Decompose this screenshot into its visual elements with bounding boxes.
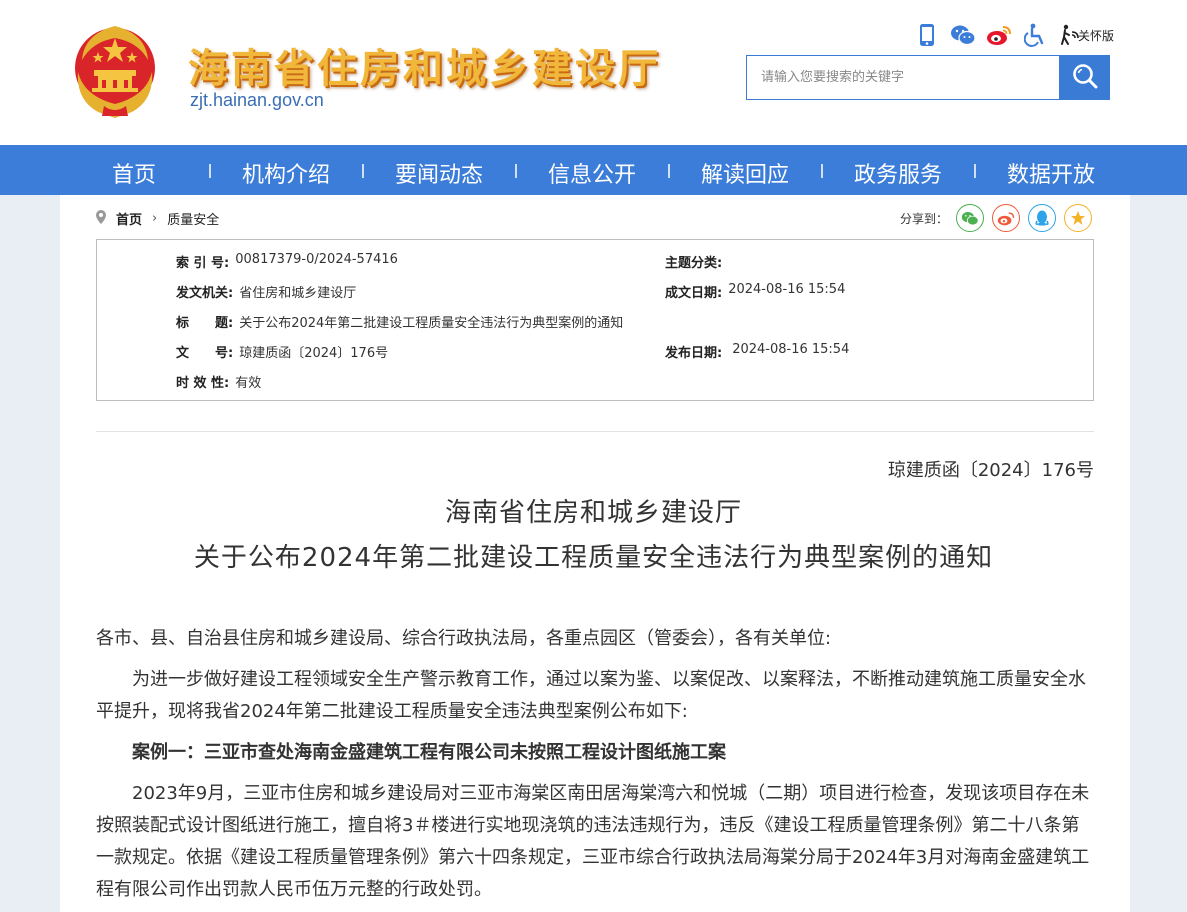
share-qzone-icon[interactable]	[1064, 204, 1093, 232]
care-mode-label[interactable]: 关怀版	[1078, 27, 1114, 44]
location-pin-icon	[96, 209, 106, 228]
nav-separator	[362, 164, 364, 178]
search-icon	[1071, 62, 1099, 94]
site-domain: zjt.hainan.gov.cn	[190, 90, 324, 110]
share-weibo-icon[interactable]	[992, 204, 1021, 232]
mobile-icon[interactable]	[914, 22, 940, 48]
nav-separator	[209, 164, 211, 178]
meta-issuer-label: 发文机关:	[176, 286, 234, 301]
meta-doc-no: 文 号: 琼建质函〔2024〕176号	[176, 342, 388, 361]
search-button[interactable]	[1059, 55, 1110, 100]
wechat-icon[interactable]	[950, 22, 976, 48]
meta-issuer-value: 省住房和城乡建设厅	[239, 286, 357, 301]
share-wechat-icon[interactable]	[956, 204, 985, 232]
document-number: 琼建质函〔2024〕176号	[887, 460, 1094, 481]
case-heading: 案例一：三亚市查处海南金盛建筑工程有限公司未按照工程设计图纸施工案	[132, 742, 726, 763]
breadcrumb: 首页 › 质量安全	[96, 209, 219, 228]
meta-doc-no-label: 文 号:	[176, 346, 234, 361]
meta-publish-date: 发布日期: 2024-08-16 15:54	[665, 342, 849, 361]
search-input[interactable]	[747, 56, 1060, 99]
header-tools: 关怀版	[914, 22, 1114, 48]
nav-item-news[interactable]: 要闻动态	[395, 157, 483, 189]
case-paragraph: 2023年9月，三亚市住房和城乡建设局对三亚市海棠区南田居海棠湾六和悦城（二期）…	[96, 783, 1090, 900]
nav-item-about[interactable]: 机构介绍	[242, 157, 330, 189]
main-nav: 首页 机构介绍 要闻动态 信息公开 解读回应 政务服务 数据开放	[0, 145, 1187, 195]
nav-item-disclosure[interactable]: 信息公开	[548, 157, 636, 189]
breadcrumb-home[interactable]: 首页	[116, 209, 142, 228]
nav-separator	[974, 164, 976, 178]
meta-index: 索 引 号: 00817379-0/2024-57416	[176, 252, 398, 271]
meta-validity: 时 效 性: 有效	[176, 372, 261, 391]
meta-validity-label: 时 效 性:	[176, 376, 230, 391]
document-title-line2: 关于公布2024年第二批建设工程质量安全违法行为典型案例的通知	[193, 543, 994, 573]
meta-doc-no-value: 琼建质函〔2024〕176号	[239, 346, 389, 361]
meta-index-label: 索 引 号:	[176, 256, 230, 271]
nav-item-services[interactable]: 政务服务	[854, 157, 942, 189]
national-emblem-icon	[68, 20, 162, 120]
meta-publish-date-label: 发布日期:	[665, 346, 723, 361]
meta-index-value: 00817379-0/2024-57416	[235, 252, 398, 267]
meta-date-written-value: 2024-08-16 15:54	[728, 282, 846, 297]
weibo-icon[interactable]	[986, 22, 1012, 48]
site-title[interactable]: 海南省住房和城乡建设厅	[188, 36, 661, 94]
nav-separator	[821, 164, 823, 178]
nav-item-open-data[interactable]: 数据开放	[1007, 157, 1095, 189]
nav-item-home[interactable]: 首页	[112, 157, 156, 189]
meta-title: 标 题: 关于公布2024年第二批建设工程质量安全违法行为典型案例的通知	[176, 312, 623, 331]
meta-title-value: 关于公布2024年第二批建设工程质量安全违法行为典型案例的通知	[239, 316, 624, 331]
document-title-line1: 海南省住房和城乡建设厅	[444, 498, 742, 528]
meta-date-written: 成文日期: 2024-08-16 15:54	[665, 282, 845, 301]
meta-subject-label: 主题分类:	[665, 256, 723, 271]
document-salutation: 各市、县、自治县住房和城乡建设局、综合行政执法局，各重点园区（管委会），各有关单…	[96, 628, 832, 649]
share-label: 分享到：	[900, 211, 949, 226]
search-box	[746, 55, 1060, 100]
nav-item-interpretation[interactable]: 解读回应	[701, 157, 789, 189]
meta-date-written-label: 成文日期:	[665, 286, 723, 301]
meta-issuer: 发文机关: 省住房和城乡建设厅	[176, 282, 356, 301]
content-divider	[96, 431, 1094, 432]
accessibility-icon[interactable]	[1022, 22, 1048, 48]
meta-validity-value: 有效	[235, 376, 262, 391]
meta-title-label: 标 题:	[176, 316, 234, 331]
share-bar: 分享到：	[900, 204, 1093, 232]
document-paragraph: 为进一步做好建设工程领域安全生产警示教育工作，通过以案为鉴、以案促改、以案释法，…	[96, 669, 1086, 722]
meta-publish-date-value: 2024-08-16 15:54	[732, 342, 850, 357]
site-header: 海南省住房和城乡建设厅 zjt.hainan.gov.cn 关怀版	[0, 0, 1187, 145]
breadcrumb-separator: ›	[152, 211, 158, 226]
nav-separator	[515, 164, 517, 178]
meta-subject: 主题分类:	[665, 252, 728, 271]
breadcrumb-current[interactable]: 质量安全	[167, 209, 219, 228]
nav-separator	[668, 164, 670, 178]
elderly-care-icon[interactable]: 关怀版	[1058, 22, 1114, 48]
share-qq-icon[interactable]	[1028, 204, 1057, 232]
